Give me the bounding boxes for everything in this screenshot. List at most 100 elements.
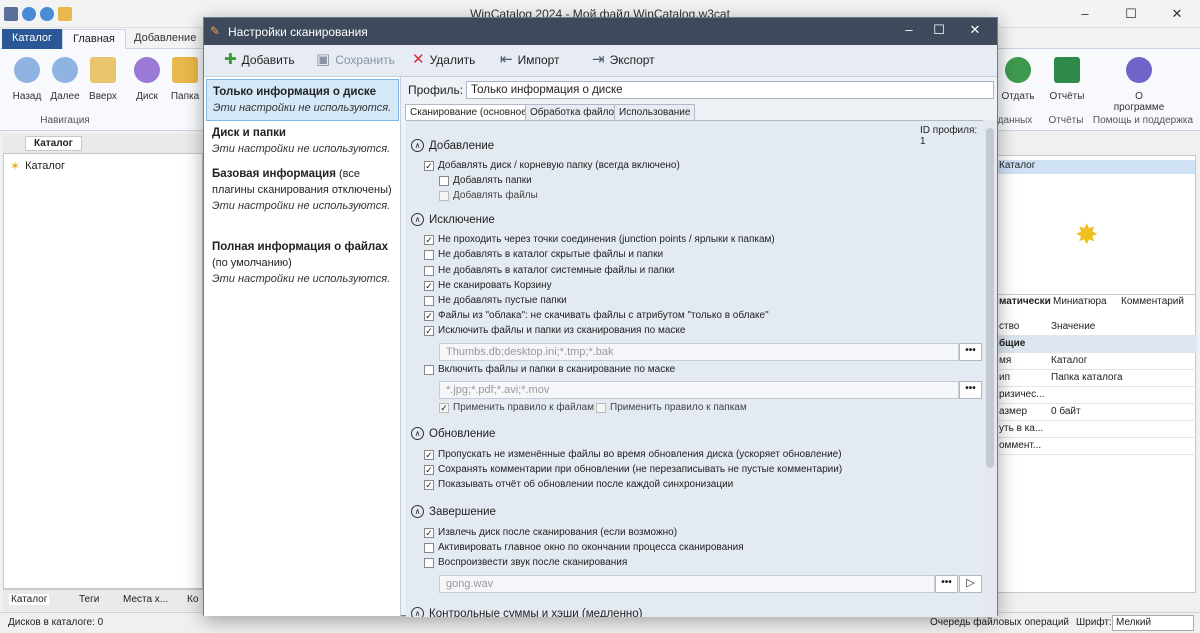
section-update[interactable]: ∧ Обновление bbox=[411, 427, 495, 440]
about-button[interactable]: О программе bbox=[1110, 57, 1168, 113]
bottom-tabs: Каталог Теги Места х... Ко bbox=[3, 589, 203, 611]
prop-name: мя bbox=[999, 355, 1012, 366]
up-button[interactable]: Вверх bbox=[86, 57, 120, 102]
play-icon[interactable]: ▷ bbox=[959, 575, 982, 593]
cb-skip-unchanged[interactable]: ✓ Пропускать не изменённые файлы во время… bbox=[424, 449, 842, 460]
bottom-tab-other[interactable]: Ко bbox=[187, 594, 198, 605]
cb-cloud[interactable]: ✓ Файлы из "облака": не скачивать файлы с… bbox=[424, 310, 769, 321]
cb-play-sound[interactable]: Воспроизвести звук после сканирования bbox=[424, 557, 627, 568]
profile-label: Профиль: bbox=[408, 83, 464, 97]
bottom-tab-tags[interactable]: Теги bbox=[79, 594, 99, 605]
group-reports: Отчёты bbox=[1048, 115, 1084, 126]
tab-thumbnail[interactable]: Миниатюра bbox=[1053, 296, 1107, 307]
cb-show-report[interactable]: ✓ Показывать отчёт об обновлении после ка… bbox=[424, 479, 733, 490]
section-add[interactable]: ∧ Добавление bbox=[411, 139, 494, 152]
disk-button[interactable]: Диск bbox=[130, 57, 164, 102]
folder-button[interactable]: Папка bbox=[168, 57, 202, 102]
minimize-button[interactable]: – bbox=[1062, 0, 1108, 28]
exclude-mask-input[interactable]: Thumbs.db;desktop.ini;*.tmp;*.bak bbox=[439, 343, 959, 361]
section-hashes[interactable]: ∧ Контрольные суммы и хэши (медленно) bbox=[411, 607, 643, 617]
cb-eject[interactable]: ✓ Извлечь диск после сканирования (если в… bbox=[424, 527, 677, 538]
bottom-tab-places[interactable]: Места х... bbox=[123, 594, 168, 605]
cb-system[interactable]: Не добавлять в каталог системные файлы и… bbox=[424, 265, 674, 276]
cb-rule-files[interactable]: ✓ Применить правило к файлам bbox=[439, 402, 594, 413]
tab-catalog-tree[interactable]: Каталог bbox=[25, 136, 82, 151]
cb-empty-folders[interactable]: Не добавлять пустые папки bbox=[424, 295, 567, 306]
add-profile-button[interactable]: ✚ Добавить bbox=[224, 52, 295, 67]
tab-usage[interactable]: Использование bbox=[614, 104, 696, 120]
export-button[interactable]: ⇥ Экспорт bbox=[592, 52, 655, 67]
prop-value: Папка каталога bbox=[1051, 372, 1123, 383]
tab-add[interactable]: Добавление bbox=[124, 29, 206, 49]
table-row[interactable]: ризичес... bbox=[997, 387, 1197, 404]
cb-hidden[interactable]: Не добавлять в каталог скрытые файлы и п… bbox=[424, 249, 663, 260]
section-finish[interactable]: ∧ Завершение bbox=[411, 505, 496, 518]
profile-item-basic[interactable]: Базовая информация (все плагины сканиров… bbox=[206, 162, 399, 218]
exclude-mask-browse-button[interactable]: ••• bbox=[959, 343, 982, 361]
dialog-minimize-button[interactable]: – bbox=[894, 22, 924, 37]
collapse-icon: ∧ bbox=[411, 139, 424, 152]
bottom-tab-catalog[interactable]: Каталог bbox=[9, 594, 50, 605]
scan-settings-dialog: ✎ Настройки сканирования – ☐ ✕ ✚ Добавить… bbox=[203, 17, 998, 617]
include-mask-browse-button[interactable]: ••• bbox=[959, 381, 982, 399]
cb-include-mask[interactable]: Включить файлы и папки в сканирование по… bbox=[424, 364, 675, 375]
tab-comment[interactable]: Комментарий bbox=[1121, 296, 1184, 307]
maximize-button[interactable]: ☐ bbox=[1108, 0, 1154, 28]
font-label: Шрифт: bbox=[1076, 617, 1112, 628]
tab-catalog[interactable]: Каталог bbox=[2, 29, 62, 49]
sound-browse-button[interactable]: ••• bbox=[935, 575, 958, 593]
cb-keep-comments[interactable]: ✓ Сохранять комментарии при обновлении (н… bbox=[424, 464, 842, 475]
cb-add-folders[interactable]: Добавлять папки bbox=[439, 175, 532, 186]
cb-add-disk[interactable]: ✓ Добавлять диск / корневую папку (всегда… bbox=[424, 160, 680, 171]
dialog-maximize-button[interactable]: ☐ bbox=[924, 22, 954, 38]
props-header: ство Значение bbox=[997, 319, 1197, 336]
tree-root-item[interactable]: ✶ Каталог bbox=[10, 159, 65, 173]
cb-recycle[interactable]: ✓ Не сканировать Корзину bbox=[424, 280, 552, 291]
cb-rule-folders[interactable]: Применить правило к папкам bbox=[596, 402, 747, 413]
import-button[interactable]: ⇤ Импорт bbox=[500, 52, 560, 67]
reports-button[interactable]: Отчёты bbox=[1047, 57, 1087, 102]
table-row[interactable]: ип Папка каталога bbox=[997, 370, 1197, 387]
delete-profile-button[interactable]: ✕ Удалить bbox=[412, 52, 475, 67]
font-select[interactable]: Мелкий bbox=[1112, 615, 1194, 631]
prop-name: оммент... bbox=[999, 440, 1042, 451]
sound-file-input[interactable]: gong.wav bbox=[439, 575, 935, 593]
forward-button[interactable]: Далее bbox=[48, 57, 82, 102]
dialog-titlebar: ✎ Настройки сканирования – ☐ ✕ bbox=[204, 18, 997, 45]
dialog-close-button[interactable]: ✕ bbox=[960, 22, 990, 38]
dialog-title: Настройки сканирования bbox=[228, 25, 368, 39]
settings-scrollbar[interactable] bbox=[983, 120, 997, 617]
queue-label[interactable]: Очередь файловых операций bbox=[930, 617, 1069, 628]
profile-item-disk-folders[interactable]: Диск и папки Эти настройки не используютс… bbox=[206, 121, 399, 161]
cb-exclude-mask[interactable]: ✓ Исключить файлы и папки из сканирования… bbox=[424, 325, 685, 336]
scroll-thumb[interactable] bbox=[986, 128, 994, 468]
table-row[interactable]: азмер 0 байт bbox=[997, 404, 1197, 421]
tab-file-processing[interactable]: Обработка файлов bbox=[525, 104, 625, 120]
table-row[interactable]: мя Каталог bbox=[997, 353, 1197, 370]
table-row[interactable]: оммент... bbox=[997, 438, 1197, 455]
tab-auto[interactable]: матически bbox=[999, 296, 1051, 307]
save-profile-button[interactable]: ▣ Сохранить bbox=[316, 52, 395, 67]
cb-activate-window[interactable]: Активировать главное окно по окончании п… bbox=[424, 542, 744, 553]
section-exclusion[interactable]: ∧ Исключение bbox=[411, 213, 495, 226]
catalog-tree-pane: ✶ Каталог bbox=[3, 134, 203, 589]
profile-name-input[interactable]: Только информация о диске bbox=[466, 81, 994, 99]
tab-scan-main[interactable]: Сканирование (основное) bbox=[405, 104, 536, 120]
profile-id: ID профиля: 1 bbox=[920, 125, 978, 147]
close-button[interactable]: ✕ bbox=[1154, 0, 1200, 28]
cb-junction[interactable]: ✓ Не проходить через точки соединения (ju… bbox=[424, 234, 775, 245]
profile-item-full[interactable]: Полная информация о файлах (по умолчанию… bbox=[206, 235, 399, 291]
catalog-star-icon: ✸ bbox=[1075, 219, 1099, 250]
right-tabs: матически Миниатюра Комментарий bbox=[997, 294, 1195, 309]
include-mask-input[interactable]: *.jpg;*.pdf;*.avi;*.mov bbox=[439, 381, 959, 399]
export-icon: ⇥ bbox=[592, 51, 605, 68]
back-button[interactable]: Назад bbox=[10, 57, 44, 102]
delete-icon: ✕ bbox=[412, 51, 425, 68]
profile-item-disk-info[interactable]: Только информация о диске Эти настройки н… bbox=[206, 79, 399, 121]
table-row[interactable]: уть в ка... bbox=[997, 421, 1197, 438]
tab-home[interactable]: Главная bbox=[62, 29, 126, 49]
profile-bar: Профиль: Только информация о диске bbox=[404, 79, 996, 101]
profile-list: Только информация о диске Эти настройки н… bbox=[204, 77, 401, 616]
cb-add-files[interactable]: Добавлять файлы bbox=[439, 190, 538, 201]
give-button[interactable]: Отдать bbox=[1000, 57, 1036, 102]
